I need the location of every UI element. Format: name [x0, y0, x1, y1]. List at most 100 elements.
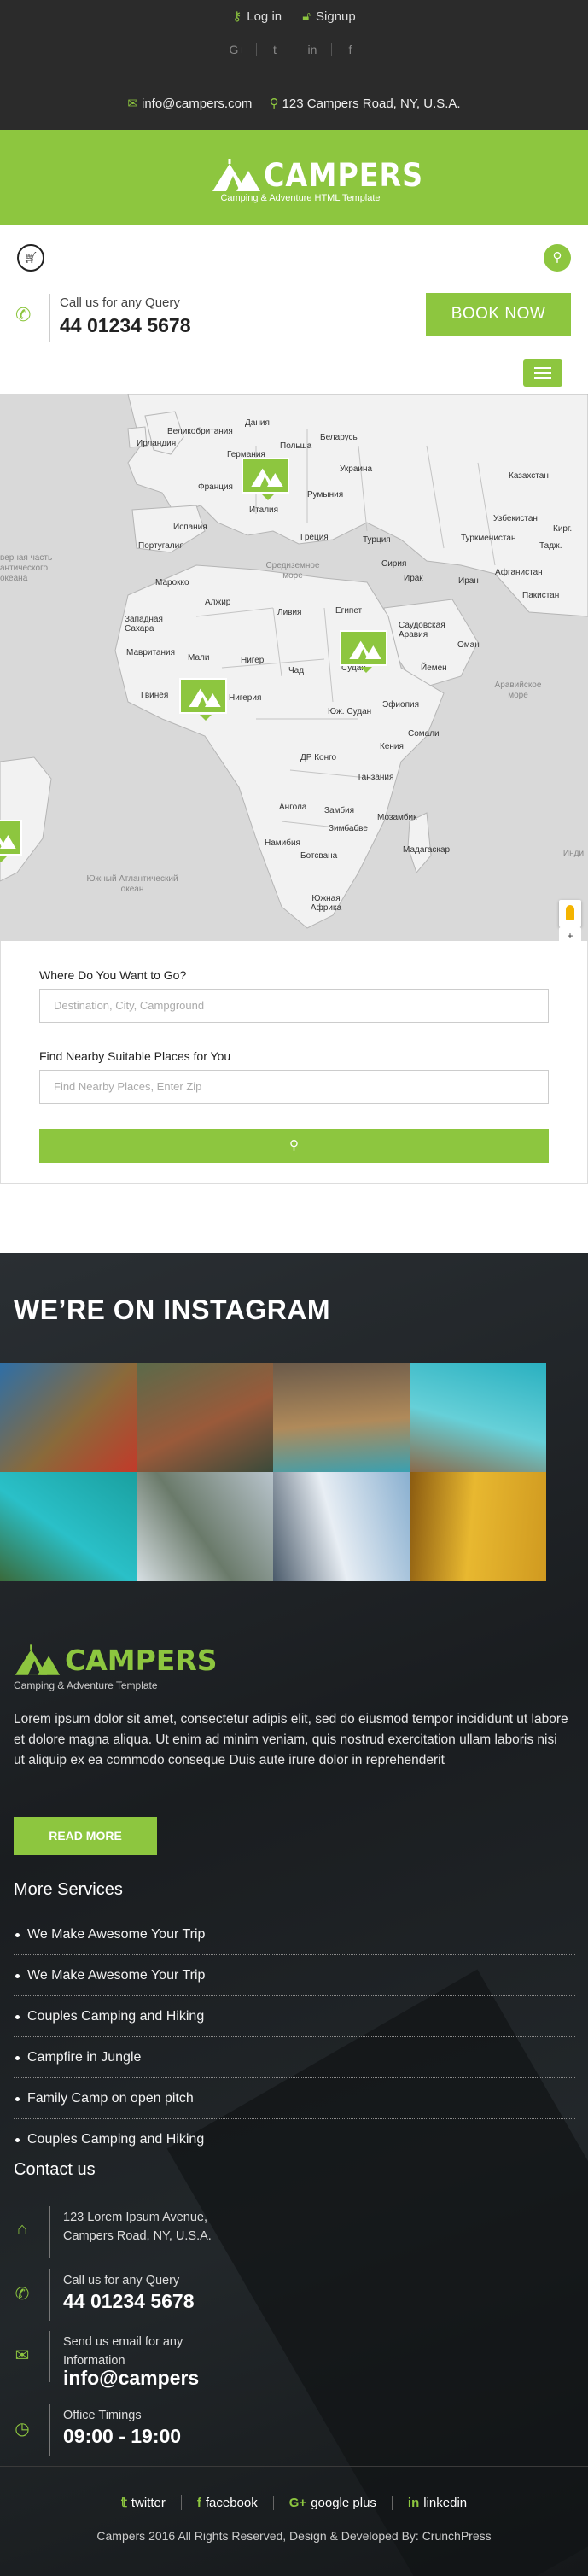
- map-label: Сомали: [408, 729, 440, 739]
- footer-twitter-link[interactable]: 𝕥 twitter: [106, 2495, 182, 2510]
- logo-band: CAMPERS Camping & Adventure HTML Templat…: [0, 130, 588, 225]
- top-social-links: G+ t in f: [0, 43, 588, 56]
- map-label: Польша: [280, 441, 312, 451]
- destination-input[interactable]: Destination, City, Campground: [39, 989, 549, 1023]
- twitter-icon: 𝕥: [120, 2496, 127, 2510]
- stone-bridge-photo[interactable]: [137, 1472, 273, 1581]
- map-label: Италия: [249, 505, 279, 515]
- map-label: Западная Сахара: [125, 615, 163, 634]
- email-value[interactable]: info@campers: [63, 2367, 199, 2390]
- service-link[interactable]: Couples Camping and Hiking: [14, 2119, 575, 2160]
- google-plus-icon[interactable]: G+: [219, 43, 257, 56]
- map-label: Нигер: [241, 656, 265, 665]
- map-label: Египет: [335, 606, 363, 616]
- service-link[interactable]: We Make Awesome Your Trip: [14, 1955, 575, 1996]
- tent-icon: [251, 468, 283, 487]
- map-label: Южная Африка: [310, 894, 342, 913]
- footer-google-plus-link[interactable]: G+ google plus: [274, 2496, 393, 2510]
- map-label: Алжир: [205, 598, 231, 607]
- search-icon[interactable]: ⚲: [544, 244, 571, 272]
- linkedin-icon[interactable]: in: [294, 43, 332, 56]
- cart-icon[interactable]: 🛒︎: [17, 244, 44, 272]
- address-text: 123 Lorem Ipsum Avenue, Campers Road, NY,…: [63, 2208, 319, 2246]
- zoom-in-icon[interactable]: +: [559, 927, 581, 941]
- facebook-icon: f: [196, 2496, 201, 2510]
- site-logo[interactable]: CAMPERS Camping & Adventure HTML Templat…: [211, 159, 422, 203]
- map-label: Юж. Судан: [328, 707, 372, 716]
- tent-logo-icon: [15, 1644, 61, 1675]
- top-address: ⚲ 123 Campers Road, NY, U.S.A.: [269, 96, 461, 111]
- map-label: Казахстан: [509, 471, 549, 481]
- nearby-zip-input[interactable]: Find Nearby Places, Enter Zip: [39, 1070, 549, 1104]
- map-label: Ирак: [404, 574, 423, 583]
- map-label: Чад: [288, 666, 305, 675]
- map-pin[interactable]: [0, 820, 22, 862]
- map-label: Гвинея: [141, 691, 169, 700]
- map-label: ДР Конго: [300, 753, 337, 762]
- email-label: Send us email for any Information: [63, 2335, 183, 2368]
- more-services-title: More Services: [14, 1880, 123, 1899]
- map-label: Франция: [198, 482, 233, 492]
- map-label: Украина: [340, 464, 373, 474]
- map-label: Мавритания: [126, 648, 176, 657]
- lake-mountain-photo[interactable]: [0, 1363, 137, 1472]
- overwater-bungalows-photo[interactable]: [410, 1363, 546, 1472]
- logo-tagline: Camping & Adventure HTML Template: [220, 193, 381, 203]
- tent-logo-icon: [212, 159, 260, 191]
- hamburger-menu-icon[interactable]: [523, 359, 562, 387]
- map-label: Зимбабве: [329, 824, 368, 833]
- login-link[interactable]: ⚷ Log in: [232, 9, 282, 24]
- ferris-wheel-photo[interactable]: [273, 1472, 410, 1581]
- top-email[interactable]: ✉ info@campers.com: [127, 96, 252, 111]
- footer-linkedin-link[interactable]: in linkedin: [393, 2496, 482, 2510]
- service-link[interactable]: We Make Awesome Your Trip: [14, 1914, 575, 1955]
- service-link[interactable]: Campfire in Jungle: [14, 2037, 575, 2078]
- contact-us-title: Contact us: [14, 2160, 96, 2179]
- facebook-icon[interactable]: f: [332, 43, 370, 56]
- map-label: Иран: [458, 576, 479, 586]
- map-label: Афганистан: [495, 568, 543, 577]
- footer-logo[interactable]: CAMPERS Camping & Adventure Template: [14, 1644, 218, 1695]
- linkedin-icon: in: [407, 2496, 420, 2510]
- autumn-trees-photo[interactable]: [410, 1472, 546, 1581]
- query-label: Call us for any Query: [60, 295, 180, 310]
- map-pin[interactable]: [179, 678, 227, 721]
- google-plus-label: google plus: [311, 2496, 376, 2510]
- contact-divider: [49, 2404, 50, 2456]
- map-view[interactable]: Дания Великобритания Ирландия Германия П…: [0, 394, 588, 941]
- contact-divider: [49, 2206, 50, 2258]
- map-label: Саудовская Аравия: [399, 621, 445, 640]
- twitter-icon[interactable]: t: [257, 43, 294, 56]
- book-now-button[interactable]: BOOK NOW: [426, 293, 571, 336]
- map-pin[interactable]: [340, 630, 387, 673]
- map-label: Кения: [380, 742, 404, 751]
- map-label: Ангола: [279, 803, 307, 812]
- resort-pool-photo[interactable]: [273, 1363, 410, 1472]
- service-link[interactable]: Couples Camping and Hiking: [14, 1996, 575, 2037]
- map-label: Ливия: [277, 608, 302, 617]
- search-submit-button[interactable]: ⚲: [39, 1129, 549, 1163]
- map-label: Йемен: [421, 663, 447, 673]
- signup-link[interactable]: 🔓︎ Signup: [302, 9, 355, 24]
- map-label: Тадж.: [539, 541, 562, 551]
- phone-icon: ✆: [15, 304, 32, 325]
- footer-facebook-link[interactable]: f facebook: [182, 2496, 274, 2510]
- where-label: Where Do You Want to Go?: [39, 968, 187, 982]
- search-icon: ⚲: [289, 1138, 299, 1153]
- contact-divider: [49, 2331, 50, 2382]
- street-view-pegman-icon[interactable]: [559, 900, 581, 927]
- sea-label: Инди: [562, 849, 585, 858]
- map-label: Турция: [363, 535, 391, 545]
- header-divider: [49, 294, 50, 342]
- call-number[interactable]: 44 01234 5678: [63, 2290, 195, 2313]
- map-pin[interactable]: [242, 458, 289, 500]
- read-more-button[interactable]: READ MORE: [14, 1817, 157, 1855]
- linkedin-label: linkedin: [423, 2496, 468, 2510]
- envelope-icon: ✉: [127, 96, 138, 111]
- service-link[interactable]: Family Camp on open pitch: [14, 2078, 575, 2119]
- map-label: Беларусь: [320, 433, 358, 442]
- lagoon-boats-photo[interactable]: [0, 1472, 137, 1581]
- rock-valley-photo[interactable]: [137, 1363, 273, 1472]
- query-phone-number[interactable]: 44 01234 5678: [60, 314, 191, 337]
- map-label: Румыния: [307, 490, 344, 499]
